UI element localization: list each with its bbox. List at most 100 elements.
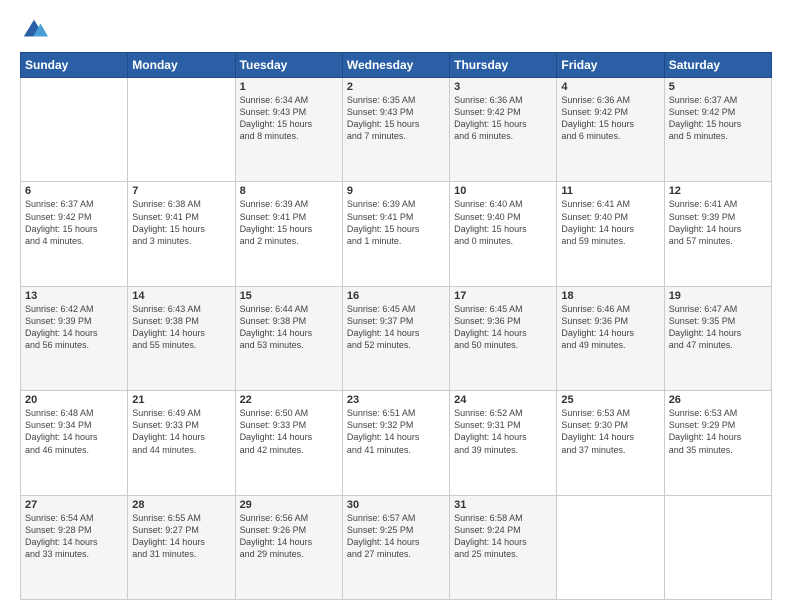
day-info: Sunrise: 6:55 AM Sunset: 9:27 PM Dayligh… (132, 512, 230, 561)
weekday-header-sunday: Sunday (21, 53, 128, 78)
day-number: 8 (240, 185, 338, 197)
weekday-header-thursday: Thursday (450, 53, 557, 78)
day-number: 12 (669, 185, 767, 197)
day-number: 2 (347, 81, 445, 93)
day-number: 4 (561, 81, 659, 93)
day-number: 5 (669, 81, 767, 93)
day-info: Sunrise: 6:56 AM Sunset: 9:26 PM Dayligh… (240, 512, 338, 561)
calendar-cell: 23Sunrise: 6:51 AM Sunset: 9:32 PM Dayli… (342, 391, 449, 495)
page: SundayMondayTuesdayWednesdayThursdayFrid… (0, 0, 792, 612)
calendar-cell: 11Sunrise: 6:41 AM Sunset: 9:40 PM Dayli… (557, 182, 664, 286)
day-info: Sunrise: 6:45 AM Sunset: 9:36 PM Dayligh… (454, 303, 552, 352)
day-number: 23 (347, 394, 445, 406)
day-info: Sunrise: 6:58 AM Sunset: 9:24 PM Dayligh… (454, 512, 552, 561)
calendar-week-row: 13Sunrise: 6:42 AM Sunset: 9:39 PM Dayli… (21, 286, 772, 390)
calendar-cell: 3Sunrise: 6:36 AM Sunset: 9:42 PM Daylig… (450, 78, 557, 182)
day-number: 30 (347, 499, 445, 511)
day-info: Sunrise: 6:45 AM Sunset: 9:37 PM Dayligh… (347, 303, 445, 352)
day-number: 6 (25, 185, 123, 197)
day-number: 29 (240, 499, 338, 511)
day-info: Sunrise: 6:52 AM Sunset: 9:31 PM Dayligh… (454, 407, 552, 456)
day-number: 14 (132, 290, 230, 302)
day-info: Sunrise: 6:47 AM Sunset: 9:35 PM Dayligh… (669, 303, 767, 352)
calendar-cell: 31Sunrise: 6:58 AM Sunset: 9:24 PM Dayli… (450, 495, 557, 599)
day-info: Sunrise: 6:53 AM Sunset: 9:29 PM Dayligh… (669, 407, 767, 456)
logo-icon (20, 16, 48, 44)
calendar-cell (21, 78, 128, 182)
calendar-cell: 18Sunrise: 6:46 AM Sunset: 9:36 PM Dayli… (557, 286, 664, 390)
weekday-header-saturday: Saturday (664, 53, 771, 78)
calendar-cell: 2Sunrise: 6:35 AM Sunset: 9:43 PM Daylig… (342, 78, 449, 182)
calendar-cell: 13Sunrise: 6:42 AM Sunset: 9:39 PM Dayli… (21, 286, 128, 390)
day-number: 10 (454, 185, 552, 197)
day-number: 24 (454, 394, 552, 406)
day-number: 17 (454, 290, 552, 302)
calendar-cell: 1Sunrise: 6:34 AM Sunset: 9:43 PM Daylig… (235, 78, 342, 182)
calendar-cell: 12Sunrise: 6:41 AM Sunset: 9:39 PM Dayli… (664, 182, 771, 286)
day-info: Sunrise: 6:51 AM Sunset: 9:32 PM Dayligh… (347, 407, 445, 456)
calendar-cell: 30Sunrise: 6:57 AM Sunset: 9:25 PM Dayli… (342, 495, 449, 599)
calendar-cell: 10Sunrise: 6:40 AM Sunset: 9:40 PM Dayli… (450, 182, 557, 286)
day-info: Sunrise: 6:38 AM Sunset: 9:41 PM Dayligh… (132, 198, 230, 247)
weekday-header-tuesday: Tuesday (235, 53, 342, 78)
calendar-cell (128, 78, 235, 182)
calendar-cell: 25Sunrise: 6:53 AM Sunset: 9:30 PM Dayli… (557, 391, 664, 495)
calendar-cell: 28Sunrise: 6:55 AM Sunset: 9:27 PM Dayli… (128, 495, 235, 599)
day-number: 15 (240, 290, 338, 302)
day-number: 21 (132, 394, 230, 406)
day-number: 27 (25, 499, 123, 511)
calendar-cell: 24Sunrise: 6:52 AM Sunset: 9:31 PM Dayli… (450, 391, 557, 495)
calendar-cell (557, 495, 664, 599)
weekday-header-monday: Monday (128, 53, 235, 78)
calendar-week-row: 6Sunrise: 6:37 AM Sunset: 9:42 PM Daylig… (21, 182, 772, 286)
day-number: 26 (669, 394, 767, 406)
day-info: Sunrise: 6:43 AM Sunset: 9:38 PM Dayligh… (132, 303, 230, 352)
day-number: 31 (454, 499, 552, 511)
day-info: Sunrise: 6:49 AM Sunset: 9:33 PM Dayligh… (132, 407, 230, 456)
calendar-cell: 15Sunrise: 6:44 AM Sunset: 9:38 PM Dayli… (235, 286, 342, 390)
day-number: 3 (454, 81, 552, 93)
calendar-cell: 19Sunrise: 6:47 AM Sunset: 9:35 PM Dayli… (664, 286, 771, 390)
day-number: 25 (561, 394, 659, 406)
calendar-cell: 26Sunrise: 6:53 AM Sunset: 9:29 PM Dayli… (664, 391, 771, 495)
calendar-week-row: 1Sunrise: 6:34 AM Sunset: 9:43 PM Daylig… (21, 78, 772, 182)
day-number: 28 (132, 499, 230, 511)
calendar: SundayMondayTuesdayWednesdayThursdayFrid… (20, 52, 772, 600)
calendar-cell: 16Sunrise: 6:45 AM Sunset: 9:37 PM Dayli… (342, 286, 449, 390)
day-number: 11 (561, 185, 659, 197)
day-info: Sunrise: 6:50 AM Sunset: 9:33 PM Dayligh… (240, 407, 338, 456)
day-number: 1 (240, 81, 338, 93)
calendar-cell: 5Sunrise: 6:37 AM Sunset: 9:42 PM Daylig… (664, 78, 771, 182)
day-info: Sunrise: 6:40 AM Sunset: 9:40 PM Dayligh… (454, 198, 552, 247)
day-info: Sunrise: 6:42 AM Sunset: 9:39 PM Dayligh… (25, 303, 123, 352)
weekday-header-friday: Friday (557, 53, 664, 78)
logo (20, 16, 52, 44)
calendar-cell: 6Sunrise: 6:37 AM Sunset: 9:42 PM Daylig… (21, 182, 128, 286)
day-info: Sunrise: 6:39 AM Sunset: 9:41 PM Dayligh… (347, 198, 445, 247)
day-info: Sunrise: 6:37 AM Sunset: 9:42 PM Dayligh… (669, 94, 767, 143)
day-info: Sunrise: 6:44 AM Sunset: 9:38 PM Dayligh… (240, 303, 338, 352)
calendar-week-row: 20Sunrise: 6:48 AM Sunset: 9:34 PM Dayli… (21, 391, 772, 495)
day-info: Sunrise: 6:54 AM Sunset: 9:28 PM Dayligh… (25, 512, 123, 561)
calendar-cell: 20Sunrise: 6:48 AM Sunset: 9:34 PM Dayli… (21, 391, 128, 495)
header (20, 16, 772, 44)
calendar-cell: 8Sunrise: 6:39 AM Sunset: 9:41 PM Daylig… (235, 182, 342, 286)
weekday-header-wednesday: Wednesday (342, 53, 449, 78)
day-number: 22 (240, 394, 338, 406)
day-info: Sunrise: 6:41 AM Sunset: 9:40 PM Dayligh… (561, 198, 659, 247)
calendar-cell: 14Sunrise: 6:43 AM Sunset: 9:38 PM Dayli… (128, 286, 235, 390)
calendar-cell: 9Sunrise: 6:39 AM Sunset: 9:41 PM Daylig… (342, 182, 449, 286)
calendar-cell (664, 495, 771, 599)
day-number: 20 (25, 394, 123, 406)
calendar-cell: 21Sunrise: 6:49 AM Sunset: 9:33 PM Dayli… (128, 391, 235, 495)
day-number: 7 (132, 185, 230, 197)
day-info: Sunrise: 6:53 AM Sunset: 9:30 PM Dayligh… (561, 407, 659, 456)
calendar-cell: 7Sunrise: 6:38 AM Sunset: 9:41 PM Daylig… (128, 182, 235, 286)
day-info: Sunrise: 6:36 AM Sunset: 9:42 PM Dayligh… (454, 94, 552, 143)
day-number: 9 (347, 185, 445, 197)
calendar-cell: 4Sunrise: 6:36 AM Sunset: 9:42 PM Daylig… (557, 78, 664, 182)
calendar-cell: 29Sunrise: 6:56 AM Sunset: 9:26 PM Dayli… (235, 495, 342, 599)
calendar-week-row: 27Sunrise: 6:54 AM Sunset: 9:28 PM Dayli… (21, 495, 772, 599)
calendar-cell: 17Sunrise: 6:45 AM Sunset: 9:36 PM Dayli… (450, 286, 557, 390)
day-info: Sunrise: 6:46 AM Sunset: 9:36 PM Dayligh… (561, 303, 659, 352)
